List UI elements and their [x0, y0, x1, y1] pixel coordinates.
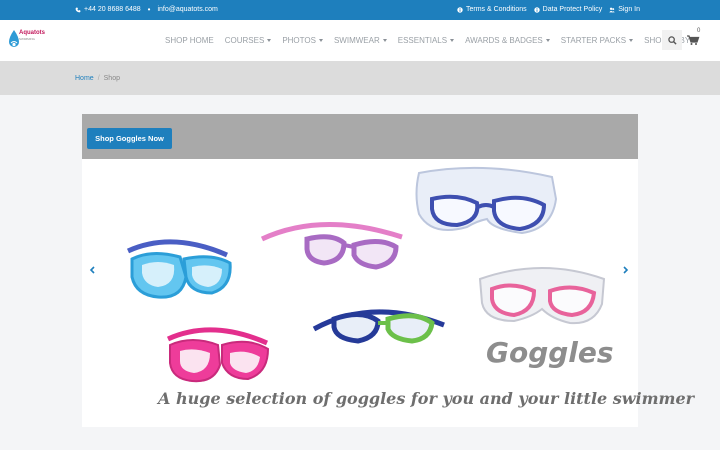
slide-title: Goggles [486, 336, 614, 369]
phone-number: +44 20 8688 6488 [84, 6, 141, 13]
breadcrumb-current: Shop [103, 75, 120, 82]
nav-label: SWIMWEAR [333, 36, 380, 45]
slide-tagline: A huge selection of goggles for you and … [158, 389, 695, 408]
separator-dot: • [147, 4, 151, 14]
nav-essentials[interactable]: ESSENTIALS [397, 36, 455, 45]
pink-purple-goggles [260, 222, 403, 270]
nav-label: COURSES [224, 36, 265, 45]
breadcrumb: Home / Shop [75, 75, 120, 82]
email-address: info@aquatots.com [157, 6, 218, 13]
magenta-kids-goggles [166, 327, 270, 383]
signin-label: Sign In [618, 6, 640, 13]
chevron-down-icon [267, 39, 272, 42]
top-bar: +44 20 8688 6488 • info@aquatots.com Ter… [0, 0, 720, 20]
info-icon [533, 6, 540, 13]
chevron-left-icon [89, 266, 95, 274]
cart-count-badge: 0 [697, 28, 701, 34]
signin-link[interactable]: Sign In [609, 6, 640, 13]
terms-label: Terms & Conditions [465, 6, 527, 13]
nav-label: PHOTOS [282, 36, 316, 45]
site-header: Aquatots SWIMMING SHOP HOME COURSES PHOT… [0, 20, 720, 61]
privacy-label: Data Protect Policy [542, 6, 603, 13]
clear-blue-goggles [415, 166, 558, 235]
shop-goggles-button[interactable]: Shop Goggles Now [87, 128, 172, 149]
user-icon [609, 7, 615, 12]
cart-icon[interactable] [686, 33, 700, 47]
brand-name: Aquatots [19, 30, 45, 36]
chevron-down-icon [318, 39, 323, 42]
chevron-down-icon [629, 39, 634, 42]
blue-kids-goggles [126, 239, 232, 299]
nav-label: AWARDS & BADGES [465, 36, 543, 45]
search-icon [667, 35, 677, 45]
breadcrumb-band: Home / Shop [0, 61, 720, 95]
chevron-down-icon [382, 39, 387, 42]
breadcrumb-separator: / [97, 75, 100, 82]
clear-pink-goggles [478, 267, 606, 325]
chevron-right-icon [623, 266, 629, 274]
brand-tagline: SWIMMING [19, 37, 35, 41]
search-button[interactable] [662, 30, 682, 50]
nav-starter-packs[interactable]: STARTER PACKS [560, 36, 634, 45]
slider-prev-button[interactable] [84, 262, 100, 278]
main-nav: SHOP HOME COURSES PHOTOS SWIMWEAR ESSENT… [165, 20, 708, 61]
nav-awards-badges[interactable]: AWARDS & BADGES [465, 36, 550, 45]
nav-swimwear[interactable]: SWIMWEAR [334, 36, 387, 45]
nav-label: SHOP HOME [165, 36, 214, 45]
terms-link[interactable]: Terms & Conditions [457, 6, 527, 13]
phone-link[interactable]: +44 20 8688 6488 [75, 6, 141, 13]
slider-banner: Shop Goggles Now [82, 114, 638, 159]
nav-courses[interactable]: COURSES [225, 36, 272, 45]
privacy-link[interactable]: Data Protect Policy [533, 6, 603, 13]
nav-label: STARTER PACKS [560, 36, 627, 45]
goggles-product-image [126, 166, 606, 383]
chevron-down-icon [545, 39, 550, 42]
nav-photos[interactable]: PHOTOS [282, 36, 323, 45]
chevron-down-icon [450, 39, 455, 42]
nav-label: ESSENTIALS [397, 36, 448, 45]
breadcrumb-home-link[interactable]: Home [75, 75, 94, 82]
phone-icon [75, 7, 81, 12]
email-link[interactable]: info@aquatots.com [157, 6, 217, 13]
nav-shop-home[interactable]: SHOP HOME [165, 36, 214, 45]
navy-green-goggles [312, 309, 445, 344]
slider-next-button[interactable] [618, 262, 634, 278]
info-icon [457, 6, 463, 13]
